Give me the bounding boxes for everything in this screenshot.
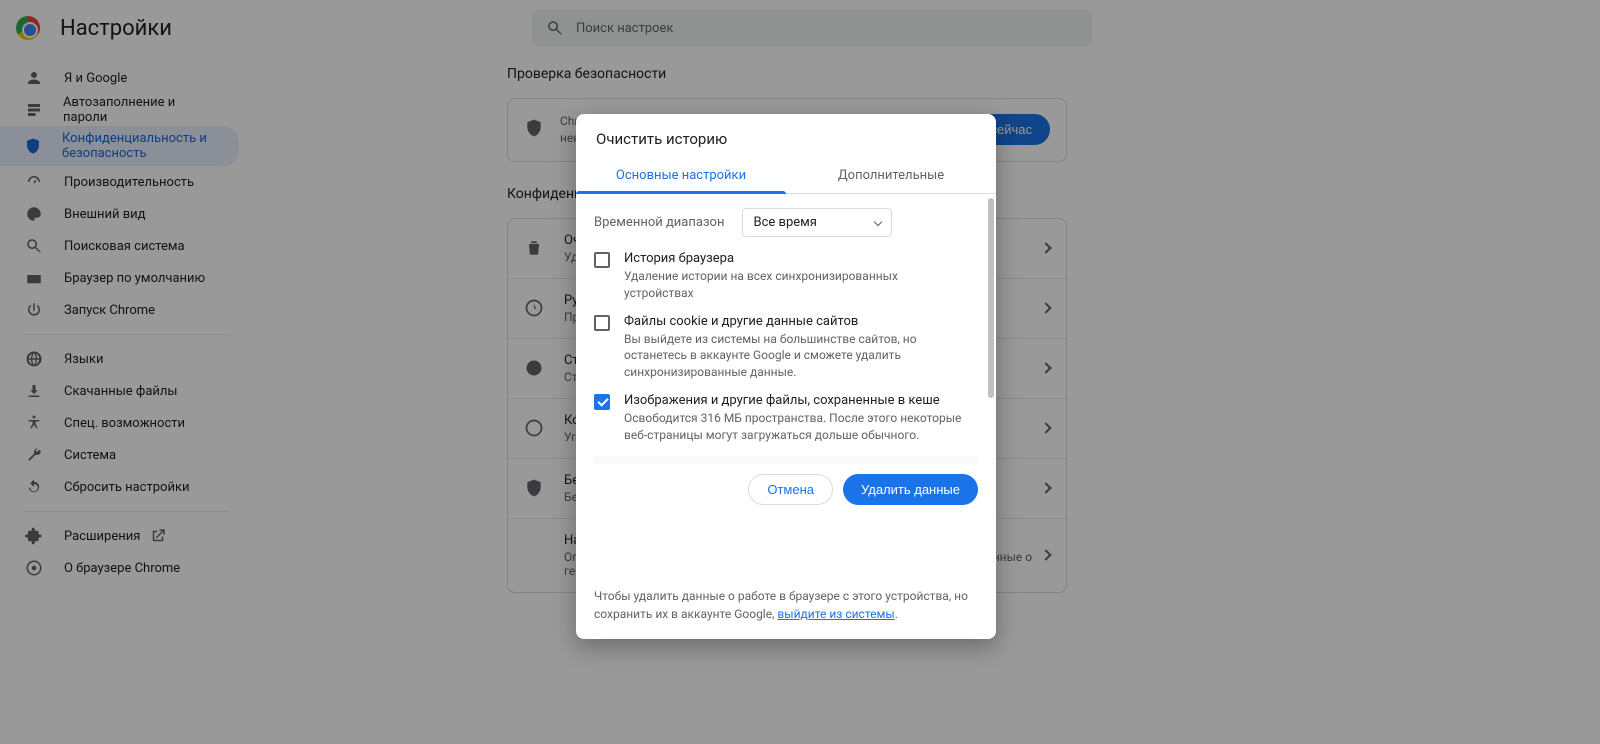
check-row-cache[interactable]: Изображения и другие файлы, сохраненные … (594, 393, 978, 444)
check-title: История браузера (624, 251, 968, 266)
dialog-footnote: Чтобы удалить данные о работе в браузере… (576, 579, 996, 639)
chevron-down-icon (874, 218, 882, 226)
time-range-select[interactable]: Все время (742, 208, 892, 237)
tab-advanced[interactable]: Дополнительные (786, 158, 996, 193)
check-row-history[interactable]: История браузера Удаление истории на все… (594, 251, 978, 302)
info-card: История поиска и сведения о других дейст… (594, 456, 978, 464)
check-sub: Удаление истории на всех синхронизирован… (624, 268, 968, 302)
time-range-label: Временной диапазон (594, 215, 724, 230)
checkbox-history[interactable] (594, 252, 610, 268)
dialog-title: Очистить историю (576, 114, 996, 158)
checkbox-cache[interactable] (594, 394, 610, 410)
check-sub: Вы выйдете из системы на большинстве сай… (624, 331, 968, 381)
dialog-scrollbar[interactable] (988, 198, 994, 424)
dialog-actions: Отмена Удалить данные (576, 464, 996, 521)
tab-basic[interactable]: Основные настройки (576, 158, 786, 193)
dialog-body: Временной диапазон Все время История бра… (576, 194, 996, 464)
time-range-value: Все время (753, 215, 816, 230)
checkbox-cookies[interactable] (594, 315, 610, 331)
dialog-tabs: Основные настройки Дополнительные (576, 158, 996, 194)
check-title: Изображения и другие файлы, сохраненные … (624, 393, 968, 408)
check-title: Файлы cookie и другие данные сайтов (624, 314, 968, 329)
clear-data-button[interactable]: Удалить данные (843, 474, 978, 505)
check-row-cookies[interactable]: Файлы cookie и другие данные сайтов Вы в… (594, 314, 978, 381)
cancel-button[interactable]: Отмена (748, 474, 833, 505)
check-sub: Освободится 316 МБ пространства. После э… (624, 410, 968, 444)
sign-out-link[interactable]: выйдите из системы (777, 607, 894, 621)
clear-data-dialog: Очистить историю Основные настройки Допо… (576, 114, 996, 639)
